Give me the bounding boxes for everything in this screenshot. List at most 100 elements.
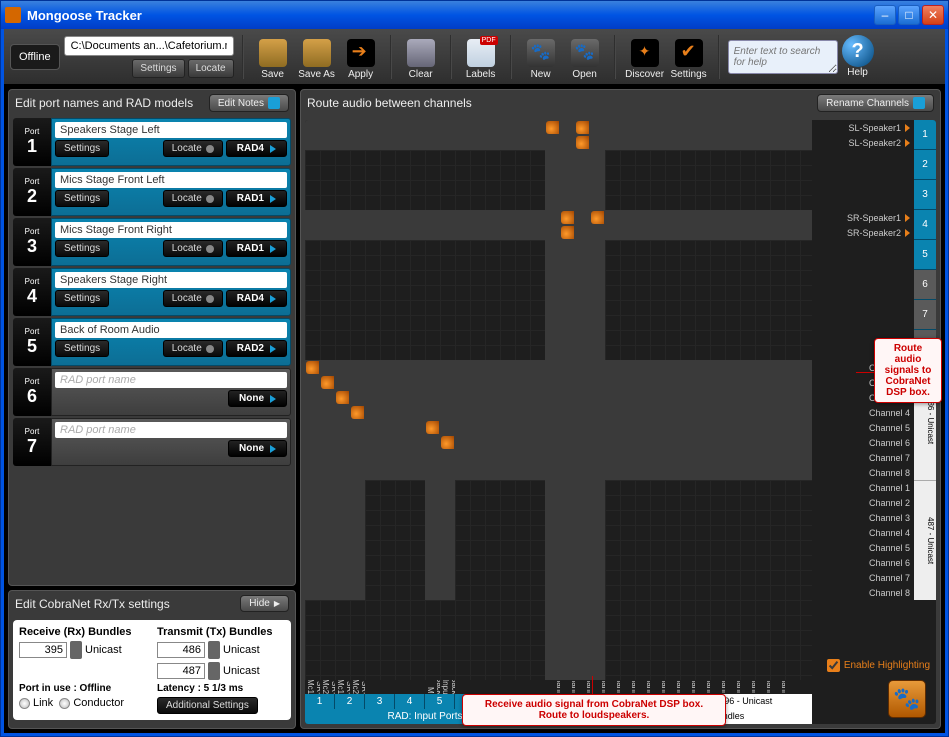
- conductor-radio[interactable]: [59, 698, 70, 709]
- route-node[interactable]: [576, 121, 589, 134]
- port-row: Port4 Speakers Stage Right Settings Loca…: [13, 268, 291, 316]
- port-row: Port3 Mics Stage Front Right Settings Lo…: [13, 218, 291, 266]
- route-node[interactable]: [576, 136, 589, 149]
- additional-settings-button[interactable]: Additional Settings: [157, 697, 258, 714]
- labels-button[interactable]: Labels: [460, 34, 502, 80]
- port-name-input[interactable]: Speakers Stage Left: [55, 122, 287, 138]
- saveas-button[interactable]: Save As: [296, 34, 338, 80]
- route-node[interactable]: [441, 436, 454, 449]
- titlebar[interactable]: Mongoose Tracker – □ ✕: [1, 1, 948, 29]
- file-settings-button[interactable]: Settings: [132, 59, 184, 78]
- cobranet-title: Edit CobraNet Rx/Tx settings: [15, 597, 170, 611]
- callout-route-rx: Receive audio signal from CobraNet DSP b…: [462, 694, 726, 726]
- rad-model-dropdown[interactable]: RAD1: [226, 240, 287, 257]
- enable-highlighting[interactable]: Enable Highlighting: [827, 659, 930, 672]
- discover-button[interactable]: Discover: [624, 34, 666, 80]
- dropdown-icon: [270, 295, 276, 303]
- clear-button[interactable]: Clear: [400, 34, 442, 80]
- port-settings-button[interactable]: Settings: [55, 290, 109, 307]
- route-node[interactable]: [561, 211, 574, 224]
- output-channel-label: [812, 270, 914, 285]
- port-settings-button[interactable]: Settings: [55, 140, 109, 157]
- rename-channels-button[interactable]: Rename Channels: [817, 94, 934, 112]
- tx-bundle-input-0[interactable]: [157, 642, 205, 658]
- cn-channel-label: Channel 6: [812, 435, 914, 450]
- port-locate-button[interactable]: Locate: [163, 140, 223, 157]
- rename-icon: [913, 97, 925, 109]
- tx-bundle-input-1[interactable]: [157, 663, 205, 679]
- port-locate-button[interactable]: Locate: [163, 290, 223, 307]
- route-node[interactable]: [351, 406, 364, 419]
- port-name-input[interactable]: Speakers Stage Right: [55, 272, 287, 288]
- cn-channel-label: Channel 4: [812, 405, 914, 420]
- route-node[interactable]: [306, 361, 319, 374]
- locate-dot-icon: [206, 345, 214, 353]
- save-button[interactable]: Save: [252, 34, 294, 80]
- port-name-input[interactable]: Back of Room Audio: [55, 322, 287, 338]
- input-channel-label: Channel 8: [650, 680, 665, 694]
- chevron-right-icon: ▶: [274, 599, 280, 608]
- rad-model-dropdown[interactable]: None: [228, 390, 287, 407]
- port-number: Port4: [13, 268, 51, 316]
- rad-model-dropdown[interactable]: None: [228, 440, 287, 457]
- rx-bundle-input[interactable]: [19, 642, 67, 658]
- left-column: Edit port names and RAD models Edit Note…: [8, 89, 296, 729]
- new-button[interactable]: New: [520, 34, 562, 80]
- hide-button[interactable]: Hide▶: [240, 595, 289, 612]
- port-number: Port5: [13, 318, 51, 366]
- port-name-input[interactable]: Mics Stage Front Left: [55, 172, 287, 188]
- route-node[interactable]: [591, 211, 604, 224]
- callout-line: [592, 676, 593, 694]
- port-settings-button[interactable]: Settings: [55, 340, 109, 357]
- route-node[interactable]: [426, 421, 439, 434]
- open-button[interactable]: Open: [564, 34, 606, 80]
- help-search-input[interactable]: [728, 40, 838, 74]
- check-settings-icon: [675, 39, 703, 67]
- port-settings-button[interactable]: Settings: [55, 190, 109, 207]
- routing-grid[interactable]: SL-Speaker1SL-Speaker2SR-Speaker1SR-Spea…: [305, 120, 936, 724]
- dropdown-icon: [270, 445, 276, 453]
- route-col-highlight: [425, 360, 440, 600]
- route-node[interactable]: [336, 391, 349, 404]
- tri-icon: [905, 229, 910, 237]
- port-name-input[interactable]: Mics Stage Front Right: [55, 222, 287, 238]
- maximize-button[interactable]: □: [898, 5, 920, 25]
- divider: [242, 35, 244, 79]
- port-locate-button[interactable]: Locate: [163, 240, 223, 257]
- ports-panel-title: Edit port names and RAD models: [15, 96, 193, 110]
- input-channel-label: [395, 680, 410, 694]
- minimize-button[interactable]: –: [874, 5, 896, 25]
- spinner-icon[interactable]: [70, 641, 82, 659]
- output-channel-label: [812, 285, 914, 300]
- cn-channel-label: Channel 7: [812, 450, 914, 465]
- help-button[interactable]: ?: [842, 35, 874, 67]
- port-name-input[interactable]: RAD port name: [55, 372, 287, 388]
- output-channel-label: [812, 180, 914, 195]
- file-locate-button[interactable]: Locate: [188, 59, 234, 78]
- route-node[interactable]: [561, 226, 574, 239]
- spinner-icon[interactable]: [208, 662, 220, 680]
- port-locate-button[interactable]: Locate: [163, 340, 223, 357]
- input-channel-label: Channel 7: [755, 680, 770, 694]
- rad-model-dropdown[interactable]: RAD4: [226, 290, 287, 307]
- settings-button[interactable]: Settings: [668, 34, 710, 80]
- close-button[interactable]: ✕: [922, 5, 944, 25]
- apply-button[interactable]: Apply: [340, 34, 382, 80]
- file-path-input[interactable]: [64, 36, 234, 56]
- spinner-icon[interactable]: [208, 641, 220, 659]
- route-node[interactable]: [321, 376, 334, 389]
- port-name-input[interactable]: RAD port name: [55, 422, 287, 438]
- port-locate-button[interactable]: Locate: [163, 190, 223, 207]
- route-node[interactable]: [546, 121, 559, 134]
- rad-model-dropdown[interactable]: RAD2: [226, 340, 287, 357]
- divider: [718, 35, 720, 79]
- rad-model-dropdown[interactable]: RAD4: [226, 140, 287, 157]
- paw-button[interactable]: 🐾: [888, 680, 926, 718]
- port-settings-button[interactable]: Settings: [55, 240, 109, 257]
- enable-hl-checkbox[interactable]: [827, 659, 840, 672]
- output-channel-label: [812, 300, 914, 315]
- link-radio[interactable]: [19, 698, 30, 709]
- edit-notes-button[interactable]: Edit Notes: [209, 94, 289, 112]
- output-channel-label: [812, 150, 914, 165]
- rad-model-dropdown[interactable]: RAD1: [226, 190, 287, 207]
